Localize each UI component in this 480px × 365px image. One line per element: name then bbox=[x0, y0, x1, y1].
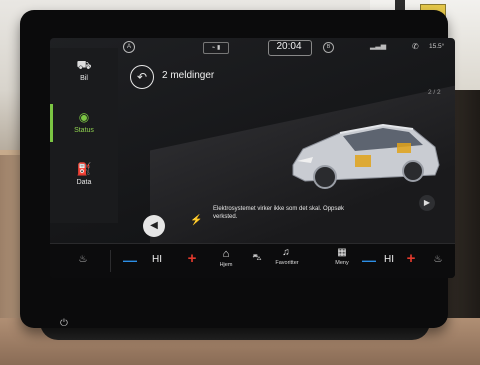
electrical-warning-icon: ⚡ bbox=[190, 215, 203, 226]
messages-title: 2 meldinger bbox=[162, 70, 215, 81]
bottom-bar: ♨ — HI + ⌂ Hjem ⛍ ♫ Favoritter ▦ Meny — … bbox=[50, 243, 455, 278]
sidebar-item-data[interactable]: ⛽ Data bbox=[50, 152, 118, 202]
previous-message-button[interactable]: ◀ bbox=[143, 215, 165, 237]
fan-decrease-left-button[interactable]: — bbox=[123, 253, 137, 267]
page-indicator: 2 / 2 bbox=[428, 89, 441, 96]
menu-label[interactable]: Meny bbox=[330, 259, 354, 268]
front-wheel bbox=[313, 165, 337, 189]
battery-highlight-front bbox=[355, 155, 371, 167]
favorites-icon[interactable]: ♫ bbox=[279, 247, 293, 259]
sidebar-item-label: Status bbox=[74, 127, 94, 134]
sidebar-item-status[interactable]: ◉ Status bbox=[50, 100, 118, 150]
clock: 20:04 bbox=[276, 41, 302, 52]
fan-increase-left-button[interactable]: + bbox=[185, 251, 199, 267]
fan-level-right: HI bbox=[384, 254, 394, 265]
back-button[interactable]: ↶ bbox=[130, 65, 154, 89]
menu-grid-icon[interactable]: ▦ bbox=[335, 247, 349, 259]
sidebar: ⛟ Bil ◉ Status ⛽ Data bbox=[50, 48, 118, 223]
car-lift-icon: ⛟ bbox=[76, 58, 92, 72]
a-badge-icon: A bbox=[123, 41, 135, 53]
favorites-label[interactable]: Favoritter bbox=[272, 259, 302, 268]
next-message-button[interactable]: ▶ bbox=[419, 195, 435, 211]
home-label[interactable]: Hjem bbox=[213, 261, 239, 270]
fan-decrease-right-button[interactable]: — bbox=[362, 253, 376, 267]
fan-level-left: HI bbox=[152, 254, 162, 265]
car-icon[interactable]: ⛍ bbox=[248, 252, 266, 262]
warning-message: Elektrosystemet virker ikke som det skal… bbox=[213, 206, 345, 220]
status-bar: A ⌁ ▮ 20:04 B ▂▃▅ ✆ 15.5° bbox=[118, 38, 455, 58]
divider bbox=[110, 250, 111, 272]
battery-highlight-rear bbox=[397, 143, 411, 153]
data-icon: ⛽ bbox=[76, 162, 92, 176]
rear-wheel bbox=[402, 160, 424, 182]
fan-increase-right-button[interactable]: + bbox=[404, 251, 418, 267]
sidebar-item-bil[interactable]: ⛟ Bil bbox=[50, 48, 118, 98]
sidebar-item-label: Bil bbox=[80, 75, 88, 82]
sidebar-item-label: Data bbox=[76, 179, 92, 186]
home-icon[interactable]: ⌂ bbox=[218, 248, 234, 260]
seat-heat-left-icon[interactable]: ♨ bbox=[75, 252, 91, 268]
connectivity-icon[interactable]: ⌁ ▮ bbox=[203, 42, 229, 54]
outside-temperature: 15.5° bbox=[429, 43, 445, 50]
status-car-icon: ◉ bbox=[78, 110, 90, 124]
infotainment-display: A ⌁ ▮ 20:04 B ▂▃▅ ✆ 15.5° ⛟ Bil ◉ Status… bbox=[20, 10, 455, 328]
car-illustration bbox=[292, 123, 440, 189]
b-badge-icon: B bbox=[323, 42, 334, 53]
signal-icon: ▂▃▅ bbox=[370, 43, 387, 50]
phone-icon[interactable]: ✆ bbox=[412, 42, 422, 52]
power-icon[interactable]: ⏻ bbox=[58, 318, 70, 330]
seat-heat-right-icon[interactable]: ♨ bbox=[430, 252, 446, 268]
screen: A ⌁ ▮ 20:04 B ▂▃▅ ✆ 15.5° ⛟ Bil ◉ Status… bbox=[50, 38, 455, 278]
